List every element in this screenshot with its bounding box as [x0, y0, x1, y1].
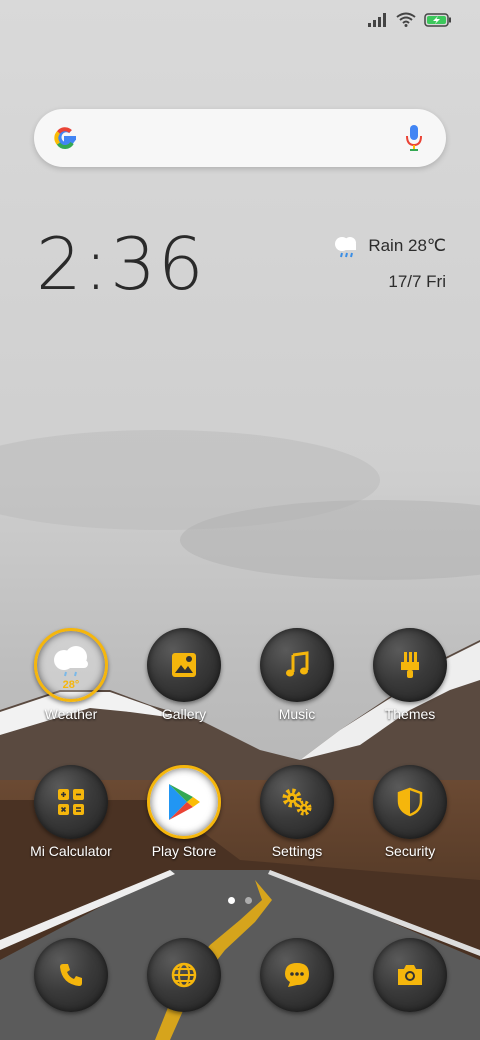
music-note-icon [260, 628, 334, 702]
page-dot[interactable] [245, 897, 252, 904]
app-weather[interactable]: 28° Weather [16, 628, 126, 722]
app-label: Mi Calculator [30, 843, 112, 859]
phone-icon [34, 938, 108, 1012]
weather-app-temp: 28° [62, 679, 80, 691]
battery-charging-icon [424, 12, 451, 27]
clock-time[interactable]: 2:36 [36, 222, 206, 306]
app-play-store[interactable]: Play Store [129, 765, 239, 859]
page-indicator [0, 897, 480, 904]
app-mi-calculator[interactable]: Mi Calculator [16, 765, 126, 859]
play-store-icon [147, 765, 221, 839]
app-label: Play Store [151, 843, 217, 859]
globe-icon [147, 938, 221, 1012]
weather-icon: 28° [34, 628, 108, 702]
dock-messages[interactable] [242, 938, 352, 1012]
app-label: Settings [271, 843, 323, 859]
app-music[interactable]: Music [242, 628, 352, 722]
gears-icon [260, 765, 334, 839]
dock-camera[interactable] [355, 938, 465, 1012]
camera-icon [373, 938, 447, 1012]
message-icon [260, 938, 334, 1012]
dock-phone[interactable] [16, 938, 126, 1012]
search-bar[interactable] [34, 109, 446, 167]
app-settings[interactable]: Settings [242, 765, 352, 859]
signal-icon [368, 12, 386, 27]
app-security[interactable]: Security [355, 765, 465, 859]
gallery-icon [147, 628, 221, 702]
app-label: Security [384, 843, 436, 859]
status-bar [368, 12, 452, 27]
microphone-icon[interactable] [404, 123, 424, 153]
shield-icon [373, 765, 447, 839]
app-label: Gallery [161, 706, 207, 722]
wifi-icon [396, 12, 416, 27]
brush-icon [373, 628, 447, 702]
app-label: Themes [384, 706, 436, 722]
app-label: Music [278, 706, 316, 722]
cloud-rain-icon [335, 237, 357, 258]
weather-date: 17/7 Fri [388, 272, 446, 291]
weather-widget[interactable]: Rain 28℃ 17/7 Fri [332, 234, 446, 292]
page-dot-active[interactable] [228, 897, 235, 904]
google-g-icon [54, 127, 77, 149]
calculator-icon [34, 765, 108, 839]
app-gallery[interactable]: Gallery [129, 628, 239, 722]
app-themes[interactable]: Themes [355, 628, 465, 722]
app-label: Weather [44, 706, 98, 722]
weather-condition-temp: Rain 28℃ [368, 236, 446, 255]
dock-browser[interactable] [129, 938, 239, 1012]
